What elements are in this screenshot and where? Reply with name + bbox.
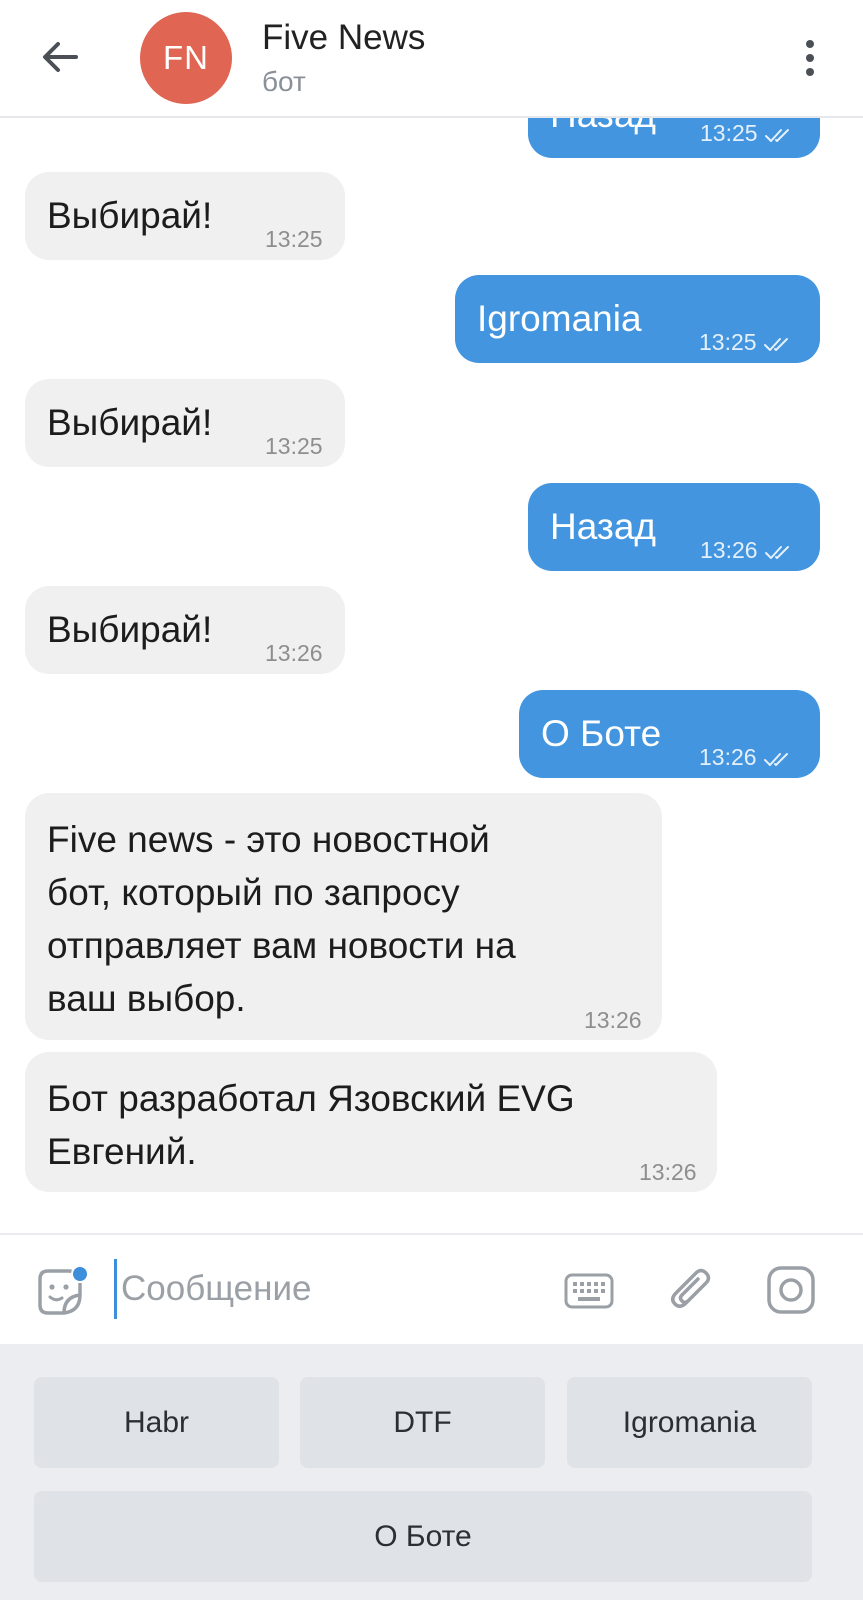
message-line: ваш выбор. [47, 978, 246, 1019]
message-text: Выбирай! [47, 609, 213, 650]
camera-button[interactable] [766, 1265, 816, 1315]
paperclip-icon [671, 1268, 711, 1308]
message-input[interactable] [114, 1259, 544, 1319]
sticker-button[interactable] [34, 1265, 89, 1319]
double-check-icon [764, 545, 789, 559]
message-bubble-outgoing[interactable]: О Боте 13:26 [519, 690, 820, 778]
message-time: 13:25 [265, 433, 323, 459]
message-time: 13:26 [265, 640, 323, 666]
message-text: Выбирай! [47, 402, 213, 443]
message-bubble-outgoing[interactable]: Igromania 13:25 [455, 275, 820, 363]
message-text: О Боте [541, 713, 662, 754]
chat-header: FN Five News бот [0, 0, 863, 118]
message-line: Евгений. [47, 1131, 197, 1172]
message-time: 13:26 [584, 1007, 642, 1033]
keyboard-button-habr[interactable]: Habr [34, 1377, 279, 1468]
back-button[interactable] [36, 33, 84, 81]
composer-bar [0, 1233, 863, 1344]
double-check-icon [763, 752, 788, 766]
message-line: Five news - это новостной [47, 819, 490, 860]
message-line: отправляет вам новости на [47, 925, 516, 966]
message-line: Бот разработал Язовский EVG [47, 1078, 575, 1119]
message-bubble-incoming[interactable]: Five news - это новостной бот, который п… [25, 793, 662, 1040]
message-bubble-outgoing[interactable]: Назад 13:25 [528, 118, 820, 158]
message-bubble-incoming[interactable]: Бот разработал Язовский EVG Евгений. 13:… [25, 1052, 717, 1192]
message-text: Выбирай! [47, 195, 213, 236]
message-time: 13:26 [639, 1159, 697, 1185]
message-list[interactable]: Назад 13:25 Выбирай! 13:25 Igromania 13:… [0, 118, 863, 1233]
message-time: 13:25 [265, 226, 323, 252]
keyboard-button-about-bot[interactable]: О Боте [34, 1491, 812, 1582]
message-bubble-incoming[interactable]: Выбирай! 13:25 [25, 379, 345, 467]
message-text: Five news - это новостной бот, который п… [47, 813, 516, 1025]
keyboard-icon [564, 1273, 614, 1309]
chat-subtitle: бот [262, 66, 306, 97]
more-vertical-icon [806, 40, 814, 76]
chat-title[interactable]: Five News [262, 18, 425, 58]
message-time: 13:25 [700, 120, 794, 146]
message-bubble-outgoing[interactable]: Назад 13:26 [528, 483, 820, 571]
keyboard-button-igromania[interactable]: Igromania [567, 1377, 812, 1468]
message-line: бот, который по запросу [47, 872, 460, 913]
double-check-icon [764, 128, 789, 142]
message-text: Igromania [477, 298, 642, 339]
camera-icon [767, 1266, 815, 1314]
message-text: Бот разработал Язовский EVG Евгений. [47, 1072, 575, 1178]
sticker-icon [38, 1265, 89, 1315]
message-time: 13:26 [699, 744, 793, 770]
message-text: Назад [550, 118, 656, 141]
message-text: Назад [550, 506, 657, 547]
message-bubble-incoming[interactable]: Выбирай! 13:25 [25, 172, 345, 260]
attach-button[interactable] [668, 1265, 716, 1317]
more-options-button[interactable] [796, 38, 824, 78]
avatar[interactable]: FN [140, 12, 232, 104]
message-time: 13:26 [700, 537, 794, 563]
message-time: 13:25 [699, 329, 793, 355]
keyboard-button-dtf[interactable]: DTF [300, 1377, 545, 1468]
message-bubble-incoming[interactable]: Выбирай! 13:26 [25, 586, 345, 674]
double-check-icon [763, 337, 788, 351]
keyboard-toggle-button[interactable] [564, 1271, 614, 1311]
arrow-left-icon [43, 42, 78, 72]
bot-keyboard: Habr DTF Igromania О Боте [0, 1344, 863, 1600]
